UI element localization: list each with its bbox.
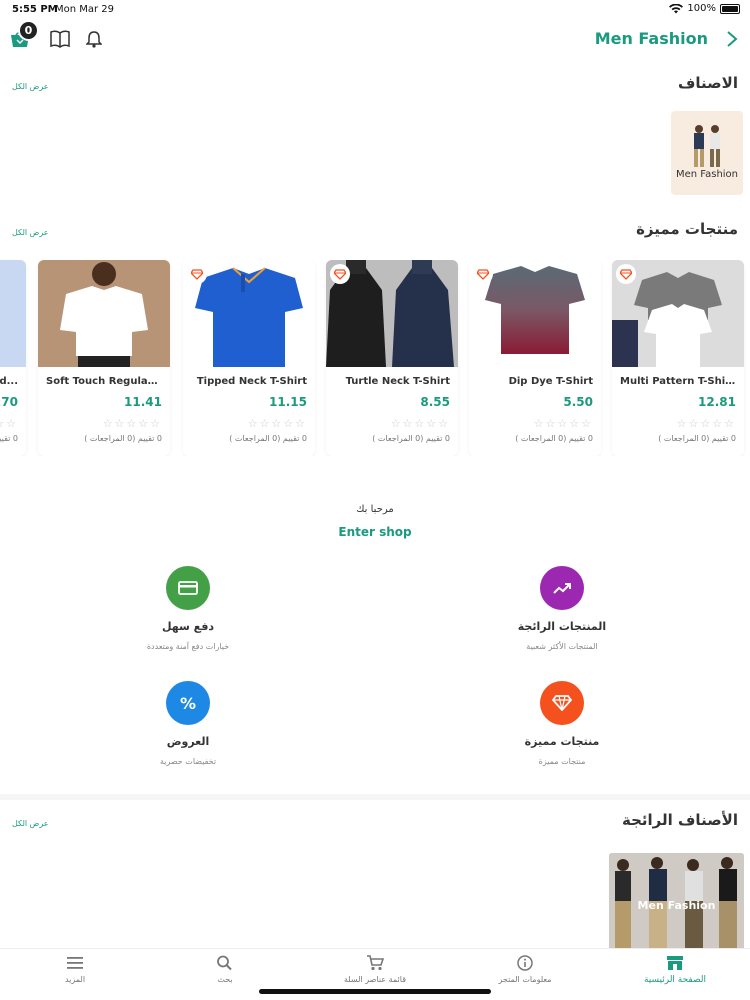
featured-diamond-icon bbox=[330, 264, 350, 284]
wifi-icon bbox=[669, 3, 684, 13]
trending-title: الأصناف الرائجة bbox=[622, 811, 738, 829]
product-image bbox=[38, 260, 170, 367]
product-card[interactable]: Dip Dye T-Shirt 5.50 ☆☆☆☆☆ 0 تقييم (0 ال… bbox=[469, 260, 601, 456]
trending-category-card[interactable]: Men Fashion bbox=[609, 853, 744, 949]
feature-title: المنتجات الرائجة bbox=[517, 620, 607, 633]
product-rating-stars: ☆☆☆☆☆ bbox=[533, 417, 593, 430]
info-icon bbox=[517, 955, 533, 971]
store-name-link[interactable]: Men Fashion bbox=[595, 29, 708, 48]
categories-title: الاصناف bbox=[678, 74, 738, 92]
product-card[interactable]: Standard... 5.70 ☆☆☆☆☆ 0 تقييم (0 المراج… bbox=[0, 260, 26, 456]
tab-label: الصفحة الرئيسية bbox=[643, 975, 707, 985]
menu-icon bbox=[67, 957, 83, 969]
trending-view-all-link[interactable]: عرض الكل bbox=[12, 819, 49, 828]
product-rating-stars: ☆☆☆☆☆ bbox=[0, 417, 18, 430]
product-price: 5.50 bbox=[563, 395, 593, 409]
product-name: Standard... bbox=[0, 376, 18, 387]
categories-view-all-link[interactable]: عرض الكل bbox=[12, 82, 49, 91]
featured-view-all-link[interactable]: عرض الكل bbox=[12, 228, 49, 237]
feature-easy-payment[interactable]: دفع سهل خيارات دفع آمنة ومتعددة bbox=[88, 566, 288, 656]
trending-icon bbox=[540, 566, 584, 610]
top-bar: 0 Men Fashion bbox=[0, 20, 750, 60]
product-name: Tipped Neck T-Shirt bbox=[196, 376, 307, 387]
category-card[interactable]: Men Fashion bbox=[671, 111, 743, 195]
product-card[interactable]: Turtle Neck T-Shirt 8.55 ☆☆☆☆☆ 0 تقييم (… bbox=[326, 260, 458, 456]
trending-header: الأصناف الرائجة عرض الكل bbox=[0, 811, 750, 835]
search-icon bbox=[217, 955, 232, 971]
category-image bbox=[694, 125, 720, 167]
featured-header: منتجات مميزة عرض الكل bbox=[0, 220, 750, 244]
product-reviews: 0 تقييم (0 المراجعات ) bbox=[658, 434, 736, 443]
product-name: Multi Pattern T-Shirts... bbox=[620, 376, 736, 387]
feature-featured[interactable]: منتجات مميزة منتجات مميزة bbox=[462, 681, 662, 771]
product-card[interactable]: Multi Pattern T-Shirts... 12.81 ☆☆☆☆☆ 0 … bbox=[612, 260, 744, 456]
status-bar: 5:55 PM Mon Mar 29 100% bbox=[0, 0, 750, 20]
featured-diamond-icon bbox=[616, 264, 636, 284]
featured-diamond-icon bbox=[473, 264, 493, 284]
product-reviews: 0 تقييم (0 المراجعات ) bbox=[515, 434, 593, 443]
product-price: 8.55 bbox=[420, 395, 450, 409]
tab-label: معلومات المتجر bbox=[498, 975, 552, 984]
feature-title: منتجات مميزة bbox=[524, 735, 600, 748]
home-indicator bbox=[259, 989, 491, 994]
tab-label: بحث bbox=[217, 975, 233, 984]
card-icon bbox=[166, 566, 210, 610]
product-rating-stars: ☆☆☆☆☆ bbox=[390, 417, 450, 430]
tab-label: قائمة عناصر السلة bbox=[343, 975, 407, 984]
battery-icon bbox=[720, 3, 740, 14]
product-name: Soft Touch Regular Fit... bbox=[46, 376, 162, 387]
feature-subtitle: تخفيضات حصرية bbox=[159, 757, 217, 766]
product-reviews: 0 تقييم (0 المراجعات ) bbox=[229, 434, 307, 443]
product-price: 5.70 bbox=[0, 395, 18, 409]
feature-subtitle: خيارات دفع آمنة ومتعددة bbox=[146, 642, 230, 651]
product-card[interactable]: Tipped Neck T-Shirt 11.15 ☆☆☆☆☆ 0 تقييم … bbox=[183, 260, 315, 456]
percent-icon: % bbox=[166, 681, 210, 725]
feature-title: العروض bbox=[166, 735, 210, 748]
feature-offers[interactable]: % العروض تخفيضات حصرية bbox=[88, 681, 288, 771]
status-date: Mon Mar 29 bbox=[55, 4, 115, 15]
tab-label: المزيد bbox=[64, 975, 86, 984]
product-rating-stars: ☆☆☆☆☆ bbox=[676, 417, 736, 430]
feature-subtitle: المنتجات الأكثر شعبية bbox=[526, 642, 598, 651]
cart-count-badge: 0 bbox=[18, 20, 39, 41]
feature-subtitle: منتجات مميزة bbox=[538, 757, 586, 766]
product-card[interactable]: Soft Touch Regular Fit... 11.41 ☆☆☆☆☆ 0 … bbox=[38, 260, 170, 456]
featured-products-carousel[interactable]: Multi Pattern T-Shirts... 12.81 ☆☆☆☆☆ 0 … bbox=[0, 260, 750, 456]
status-right: 100% bbox=[669, 3, 740, 14]
feature-trending[interactable]: المنتجات الرائجة المنتجات الأكثر شعبية bbox=[462, 566, 662, 656]
product-reviews: 0 تقييم (0 المراجعات ) bbox=[372, 434, 450, 443]
product-rating-stars: ☆☆☆☆☆ bbox=[247, 417, 307, 430]
welcome-section: مرحبا بك Enter shop المنتجات الرائجة الم… bbox=[0, 482, 750, 794]
welcome-text: مرحبا بك bbox=[356, 504, 394, 515]
chevron-right-icon[interactable] bbox=[726, 30, 738, 48]
product-name: Dip Dye T-Shirt bbox=[508, 376, 593, 387]
product-name: Turtle Neck T-Shirt bbox=[345, 376, 450, 387]
product-reviews: 0 تقييم (0 المراجعات ) bbox=[0, 434, 18, 443]
battery-percent: 100% bbox=[687, 3, 716, 14]
product-price: 11.15 bbox=[269, 395, 307, 409]
store-icon bbox=[667, 956, 683, 970]
product-rating-stars: ☆☆☆☆☆ bbox=[102, 417, 162, 430]
feature-title: دفع سهل bbox=[161, 620, 215, 633]
category-label: Men Fashion bbox=[675, 169, 739, 180]
diamond-icon bbox=[540, 681, 584, 725]
tab-home[interactable]: الصفحة الرئيسية bbox=[600, 955, 750, 995]
tab-more[interactable]: المزيد bbox=[0, 955, 150, 995]
product-price: 12.81 bbox=[698, 395, 736, 409]
enter-shop-link[interactable]: Enter shop bbox=[0, 525, 750, 539]
bell-icon[interactable] bbox=[86, 30, 102, 48]
product-reviews: 0 تقييم (0 المراجعات ) bbox=[84, 434, 162, 443]
status-time: 5:55 PM bbox=[12, 4, 58, 15]
product-price: 11.41 bbox=[124, 395, 162, 409]
categories-header: الاصناف عرض الكل bbox=[0, 74, 750, 98]
cart-icon bbox=[367, 955, 384, 971]
featured-title: منتجات مميزة bbox=[636, 220, 738, 238]
featured-diamond-icon bbox=[187, 264, 207, 284]
section-divider bbox=[0, 794, 750, 800]
book-icon[interactable] bbox=[50, 30, 70, 48]
product-image bbox=[0, 260, 26, 367]
trending-category-label: Men Fashion bbox=[637, 899, 716, 912]
